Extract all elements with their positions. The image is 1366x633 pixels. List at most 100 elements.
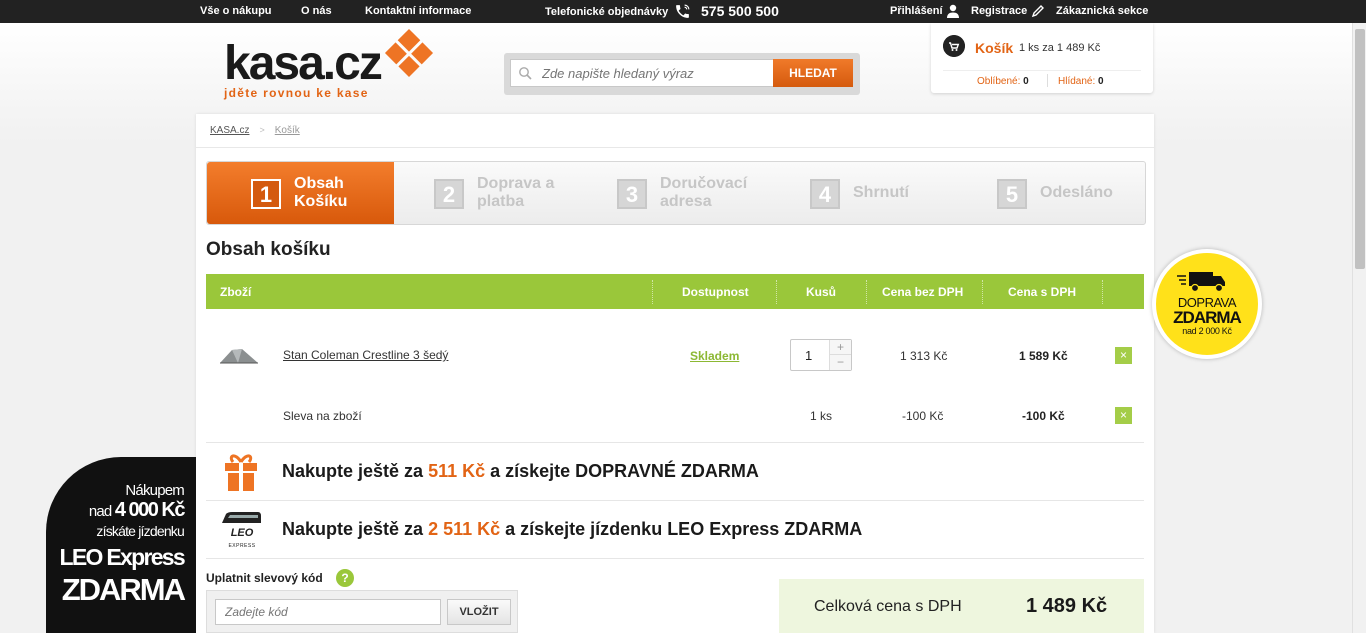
row-divider [206, 558, 1144, 559]
step-delivery-address[interactable]: 3 Doručovací adresa [573, 162, 760, 224]
close-icon[interactable]: × [1115, 347, 1132, 364]
discount-price-ex-vat: -100 Kč [902, 409, 944, 423]
promo-text: a získejte DOPRAVNÉ ZDARMA [485, 461, 759, 481]
chevron-right-icon: > [259, 125, 265, 135]
coupon-label: Uplatnit slevový kód [206, 571, 323, 585]
search-input[interactable] [510, 59, 776, 87]
total-label: Celková cena s DPH [814, 598, 962, 615]
apply-coupon-button[interactable]: VLOŽIT [447, 599, 511, 625]
step-summary[interactable]: 4 Shrnutí [766, 162, 953, 224]
favorites-label: Oblíbené: [977, 76, 1021, 87]
register-link[interactable]: Registrace [971, 5, 1027, 17]
price-inc-vat: 1 589 Kč [1019, 349, 1068, 363]
badge-line: nad 2 000 Kč [1182, 326, 1232, 336]
promo-text: a získejte jízdenku LEO Express ZDARMA [500, 519, 863, 539]
leo-logo-sub: EXPRESS [228, 543, 256, 549]
free-shipping-badge[interactable]: DOPRAVA ZDARMA nad 2 000 Kč [1152, 249, 1262, 359]
cart-divider [943, 70, 1141, 71]
step-label: Obsah Košíku [294, 175, 348, 210]
quantity-value[interactable]: 1 [805, 348, 812, 363]
quantity-stepper[interactable]: 1 + − [790, 339, 852, 371]
cart-panel[interactable]: Košík 1 ks za 1 489 Kč Oblíbené: 0 Hlída… [931, 23, 1153, 93]
cart-title[interactable]: Košík [975, 40, 1013, 56]
promo-amount: 511 Kč [428, 461, 486, 481]
favorites-count: 0 [1023, 76, 1029, 87]
breadcrumb-divider [196, 147, 1154, 148]
phone-label: Telefonické objednávky [545, 6, 669, 18]
column-header-price-inc-vat: Cena s DPH [1008, 285, 1077, 299]
badge-amount: 4 000 Kč [114, 499, 186, 521]
search-icon [519, 67, 532, 80]
nav-link-about-shopping[interactable]: Vše o nákupu [200, 5, 272, 17]
leo-express-badge[interactable]: Nákupem nad 4 000 Kč získáte jízdenku LE… [46, 457, 196, 633]
favorites-link[interactable]: Oblíbené: 0 [977, 76, 1029, 87]
step-label: Doprava a platba [477, 175, 555, 210]
badge-line: LEO Express [59, 544, 186, 570]
promo-amount: 2 511 Kč [428, 519, 501, 539]
order-total: Celková cena s DPH 1 489 Kč [779, 579, 1144, 633]
column-divider [776, 280, 777, 304]
top-bar: Vše o nákupu O nás Kontaktní informace T… [0, 0, 1366, 23]
cart-summary: 1 ks za 1 489 Kč [1019, 42, 1101, 54]
search-button[interactable]: HLEDAT [773, 59, 853, 87]
breadcrumb-home[interactable]: KASA.cz [210, 125, 249, 136]
close-icon[interactable]: × [1115, 407, 1132, 424]
column-header-item: Zboží [220, 285, 252, 299]
phone-icon [676, 4, 690, 18]
step-sent[interactable]: 5 Odesláno [953, 162, 1140, 224]
leo-logo-word: LEO [230, 527, 254, 539]
user-icon [947, 4, 959, 18]
promo-text: Nakupte ještě za [282, 519, 429, 539]
vertical-scrollbar[interactable] [1352, 23, 1366, 633]
discount-name: Sleva na zboží [283, 409, 362, 423]
search-bar: HLEDAT [504, 53, 860, 95]
leo-express-logo: LEO EXPRESS [220, 527, 264, 551]
breadcrumb-cart[interactable]: Košík [275, 125, 300, 136]
column-header-quantity: Kusů [806, 285, 836, 299]
coupon-input[interactable] [215, 599, 441, 625]
availability-link[interactable]: Skladem [690, 349, 739, 363]
phone-number[interactable]: 575 500 500 [701, 3, 779, 19]
step-number: 4 [810, 179, 840, 209]
step-cart-contents[interactable]: 1 Obsah Košíku [207, 162, 394, 224]
pencil-icon [1031, 5, 1044, 18]
watched-label: Hlídané: [1058, 76, 1096, 87]
promo-text: Nakupte ještě za [282, 461, 429, 481]
nav-link-about-us[interactable]: O nás [301, 5, 332, 17]
help-icon[interactable]: ? [336, 569, 354, 587]
row-divider [206, 500, 1144, 501]
step-shipping-payment[interactable]: 2 Doprava a platba [390, 162, 577, 224]
step-number: 3 [617, 179, 647, 209]
coupon-form: VLOŽIT [206, 590, 518, 633]
scrollbar-thumb[interactable] [1355, 29, 1365, 269]
cart-separator [1047, 74, 1048, 87]
logo-tagline: jděte rovnou ke kase [224, 86, 369, 100]
badge-line: ZDARMA [61, 572, 186, 607]
site-logo[interactable]: kasa.cz jděte rovnou ke kase [224, 28, 434, 100]
step-label: Doručovací adresa [660, 175, 748, 210]
total-value: 1 489 Kč [1026, 595, 1108, 617]
main-content: KASA.cz > Košík 1 Obsah Košíku 2 Doprava a… [196, 114, 1154, 633]
badge-line: získáte jízdenku [96, 523, 184, 539]
free-shipping-promo: Nakupte ještě za 511 Kč a získejte DOPRA… [282, 461, 759, 482]
product-name-link[interactable]: Stan Coleman Crestline 3 šedý [283, 348, 448, 362]
cart-icon [943, 35, 965, 57]
column-divider [866, 280, 867, 304]
product-name[interactable]: Stan Coleman Crestline 3 šedý [283, 348, 448, 362]
customer-section-link[interactable]: Zákaznická sekce [1056, 5, 1148, 17]
watched-link[interactable]: Hlídané: 0 [1058, 76, 1104, 87]
gift-icon [225, 454, 257, 491]
quantity-increase-button[interactable]: + [829, 340, 851, 355]
checkout-steps: 1 Obsah Košíku 2 Doprava a platba 3 Doru… [206, 161, 1146, 225]
login-link[interactable]: Přihlášení [890, 5, 943, 17]
column-divider [1102, 280, 1103, 304]
nav-link-contact[interactable]: Kontaktní informace [365, 5, 471, 17]
discount-price-inc-vat: -100 Kč [1022, 409, 1065, 423]
step-label: Odesláno [1040, 184, 1113, 201]
train-icon [222, 512, 261, 523]
discount-quantity: 1 ks [810, 409, 833, 423]
quantity-decrease-button[interactable]: − [829, 355, 851, 370]
badge-text: nad [88, 503, 115, 520]
breadcrumb: KASA.cz > Košík [210, 125, 300, 136]
product-thumbnail[interactable] [218, 344, 260, 366]
